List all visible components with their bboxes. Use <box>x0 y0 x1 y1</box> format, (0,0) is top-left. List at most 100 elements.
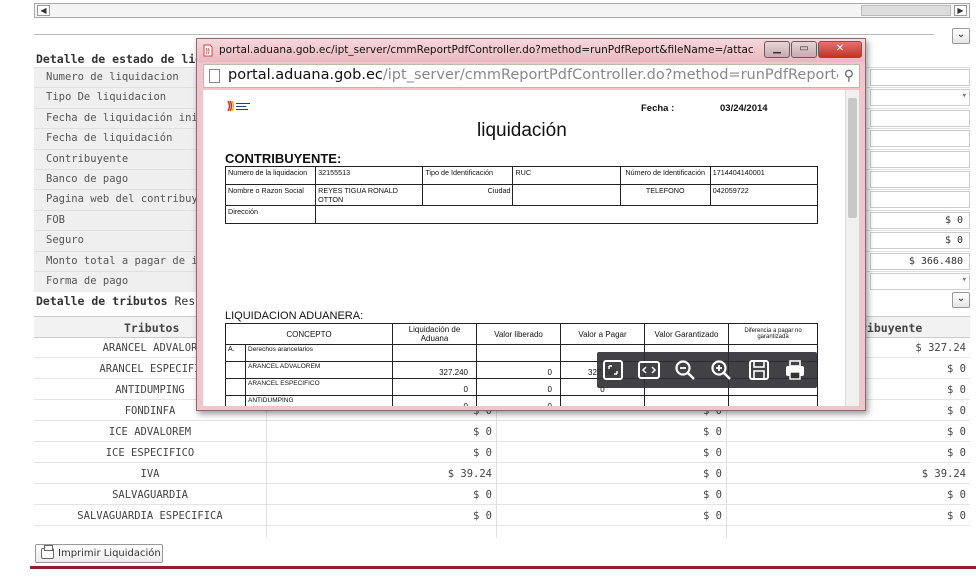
liq-cell-letter <box>225 361 246 379</box>
tributo-v1: $ 0 <box>473 447 492 459</box>
numero-liq-value: 32155513 <box>315 166 424 185</box>
field-label: Fecha de liquidación inicial <box>34 108 199 129</box>
direccion-label: Dirección <box>224 205 317 224</box>
field-value <box>870 109 970 127</box>
horizontal-scrollbar[interactable]: ◀ ▶ <box>34 3 970 18</box>
tipo-id-value: RUC <box>512 166 621 185</box>
liq-cell-dif <box>728 395 818 406</box>
imprimir-label: Imprimir Liquidación <box>58 548 161 559</box>
pdf-popup-window[interactable]: portal.aduana.gob.ec/ipt_server/cmmRepor… <box>196 38 866 411</box>
liq-row: ANTIDUMPING00 <box>225 395 818 406</box>
liq-cell-liq: 0 <box>392 395 477 406</box>
tributo-v3: $ 0 <box>947 426 966 438</box>
contribuyente-heading: CONTRIBUYENTE: <box>225 151 342 166</box>
table-row[interactable]: IVA $ 39.24 $ 0 $ 39.24 <box>34 465 970 484</box>
liq-cell-lib: 0 <box>476 361 561 379</box>
field-label: Fecha de liquidación <box>34 129 199 150</box>
dropdown-arrow-icon[interactable]: ▾ <box>962 275 967 285</box>
fit-page-icon[interactable] <box>601 358 625 382</box>
liq-cell-lib <box>476 344 561 362</box>
pdf-vertical-scrollbar[interactable] <box>845 90 859 406</box>
tributo-v1: $ 0 <box>473 510 492 522</box>
liq-header-liquidacion: Liquidación de Aduana <box>392 323 477 345</box>
col-contribuyente: ribuyente <box>860 321 923 335</box>
field-select[interactable]: ▾ <box>870 273 970 290</box>
field-value-text: $ 0 <box>944 214 963 226</box>
liquidacion-heading: LIQUIDACION ADUANERA: <box>225 310 364 322</box>
field-value: $ 366.480 <box>870 252 970 270</box>
liq-cell-pagar <box>560 395 645 406</box>
scroll-left-arrow-icon[interactable]: ◀ <box>37 5 50 16</box>
document-icon <box>209 69 220 83</box>
tributo-name: SALVAGUARDIA ESPECIFICA <box>77 510 223 522</box>
direccion-value <box>315 205 818 224</box>
close-button[interactable]: ✕ <box>818 41 862 58</box>
url-text[interactable]: portal.aduana.gob.ec/ipt_server/cmmRepor… <box>228 67 838 83</box>
pdf-scroll-thumb[interactable] <box>848 98 857 218</box>
field-value <box>870 69 970 86</box>
tributo-name: ICE ADVALOREM <box>108 426 192 438</box>
print-icon[interactable] <box>783 358 807 382</box>
field-label: Monto total a pagar de inic <box>34 251 199 272</box>
scroll-right-arrow-icon[interactable]: ▶ <box>954 5 967 16</box>
liq-cell-letter <box>225 395 246 406</box>
table-row[interactable]: SALVAGUARDIA $ 0 $ 0 $ 0 <box>34 486 970 505</box>
url-domain: portal.aduana.gob.ec <box>228 67 383 83</box>
liq-cell-concept: Derechos arancelarios <box>245 344 393 362</box>
field-value <box>870 150 970 168</box>
pdf-viewer[interactable]: Fecha : 03/24/2014 liquidación CONTRIBUY… <box>203 90 859 406</box>
nombre-label: Nombre o Razon Social <box>224 184 317 206</box>
tributo-v3: $ 0 <box>947 447 966 459</box>
save-icon[interactable] <box>747 358 771 382</box>
tributo-name: ICE ESPECIFICO <box>105 447 195 459</box>
tributo-name: IVA <box>140 468 160 480</box>
zoom-out-icon[interactable] <box>673 358 697 382</box>
liq-cell-liq: 327.240 <box>392 361 477 379</box>
pdf-toolbar <box>597 352 817 388</box>
numero-id-value: 1714404140001 <box>709 166 819 185</box>
address-bar[interactable]: portal.aduana.gob.ec/ipt_server/cmmRepor… <box>203 64 860 88</box>
nombre-value: REYES TIGUA RONALD OTTON <box>315 184 424 206</box>
col-tributos: Tributos <box>124 321 180 335</box>
telefono-value: 042059722 <box>709 184 819 206</box>
liq-cell-concept: ANTIDUMPING <box>245 395 393 406</box>
collapse-detalle-estado-button[interactable]: ⌄ <box>952 28 970 44</box>
fecha-label: Fecha : <box>641 103 675 114</box>
tributo-v2: $ 0 <box>703 510 722 522</box>
liq-header-liberado: Valor liberado <box>476 323 561 345</box>
dropdown-arrow-icon[interactable]: ▾ <box>962 91 967 101</box>
table-row[interactable]: SALVAGUARDIA ESPECIFICA $ 0 $ 0 $ 0 <box>34 507 970 526</box>
tributo-v3: $ 39.24 <box>921 468 966 480</box>
search-icon[interactable]: ⚲ <box>844 68 854 84</box>
fit-width-icon[interactable] <box>637 358 661 382</box>
liq-header-concepto: CONCEPTO <box>225 323 393 345</box>
zoom-in-icon[interactable] <box>709 358 733 382</box>
numero-liq-label: Numero de la liquidacion <box>224 166 317 185</box>
maximize-button[interactable]: ▭ <box>791 41 817 58</box>
field-label: Seguro <box>34 231 199 252</box>
fecha-value: 03/24/2014 <box>720 103 768 114</box>
table-row[interactable]: ICE ESPECIFICO $ 0 $ 0 $ 0 <box>34 444 970 463</box>
liq-cell-letter: A. <box>225 344 246 362</box>
liq-header-garantizado: Valor Garantizado <box>644 323 729 345</box>
url-path: /ipt_server/cmmReportPdfController.do?me… <box>382 67 838 83</box>
table-row[interactable]: ICE ADVALOREM $ 0 $ 0 $ 0 <box>34 423 970 442</box>
popup-titlebar[interactable]: portal.aduana.gob.ec/ipt_server/cmmRepor… <box>197 39 865 62</box>
tributo-v2: $ 0 <box>703 489 722 501</box>
tipo-id-label: Tipo de Identificación <box>422 166 514 185</box>
liq-cell-lib: 0 <box>476 395 561 406</box>
tributo-v1: $ 39.24 <box>447 468 492 480</box>
imprimir-liquidacion-button[interactable]: Imprimir Liquidación <box>35 544 163 563</box>
field-label: Tipo De liquidacion <box>34 88 199 109</box>
collapse-detalle-tributos-button[interactable]: ⌄ <box>952 292 970 308</box>
scroll-thumb[interactable] <box>861 5 951 16</box>
field-value-text: $ 0 <box>944 235 963 247</box>
tributo-name: SALVAGUARDIA <box>112 489 188 501</box>
tributo-v2: $ 0 <box>703 426 722 438</box>
liq-cell-concept: ARANCEL ADVALOREM <box>245 361 393 379</box>
field-select[interactable]: ▾ <box>870 89 970 107</box>
field-label: Forma de pago <box>34 272 199 292</box>
tributo-v1: $ 0 <box>473 489 492 501</box>
page-icon <box>203 44 213 57</box>
minimize-button[interactable]: ▁ <box>764 41 790 58</box>
